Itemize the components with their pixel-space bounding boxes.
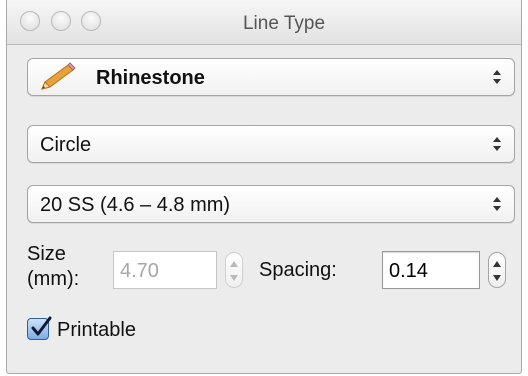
spacing-stepper[interactable] (488, 252, 506, 288)
printable-label[interactable]: Printable (57, 319, 136, 342)
printable-checkbox[interactable] (27, 316, 52, 340)
spacing-field[interactable]: 0.14 (382, 251, 480, 289)
stepper-up-icon (493, 261, 501, 267)
size-field[interactable]: 4.70 (113, 251, 217, 289)
size-stepper[interactable] (225, 252, 243, 288)
size-label-line2: (mm): (27, 268, 80, 290)
checkmark-icon (31, 316, 52, 336)
title-bar: Line Type (7, 0, 521, 45)
line-type-popup[interactable]: Rhinestone (27, 58, 515, 96)
window-title: Line Type (242, 13, 326, 34)
shape-value: Circle (40, 134, 92, 156)
stone-size-popup[interactable]: 20 SS (4.6 – 4.8 mm) (27, 185, 515, 223)
stone-size-value: 20 SS (4.6 – 4.8 mm) (40, 194, 231, 216)
pencil-icon (38, 62, 78, 92)
stepper-up-icon (230, 261, 238, 267)
shape-popup[interactable]: Circle (27, 125, 515, 163)
popup-arrows-icon (493, 137, 501, 151)
popup-arrows-icon (493, 70, 501, 84)
size-label-line1: Size (27, 243, 66, 265)
stepper-down-icon (230, 275, 238, 281)
stepper-down-icon (493, 275, 501, 281)
line-type-window: Line Type Rhinestone Circle 20 SS (4.6 –… (6, 0, 522, 374)
popup-arrows-icon (493, 197, 501, 211)
line-type-value: Rhinestone (96, 67, 205, 89)
spacing-label: Spacing: (259, 259, 337, 281)
